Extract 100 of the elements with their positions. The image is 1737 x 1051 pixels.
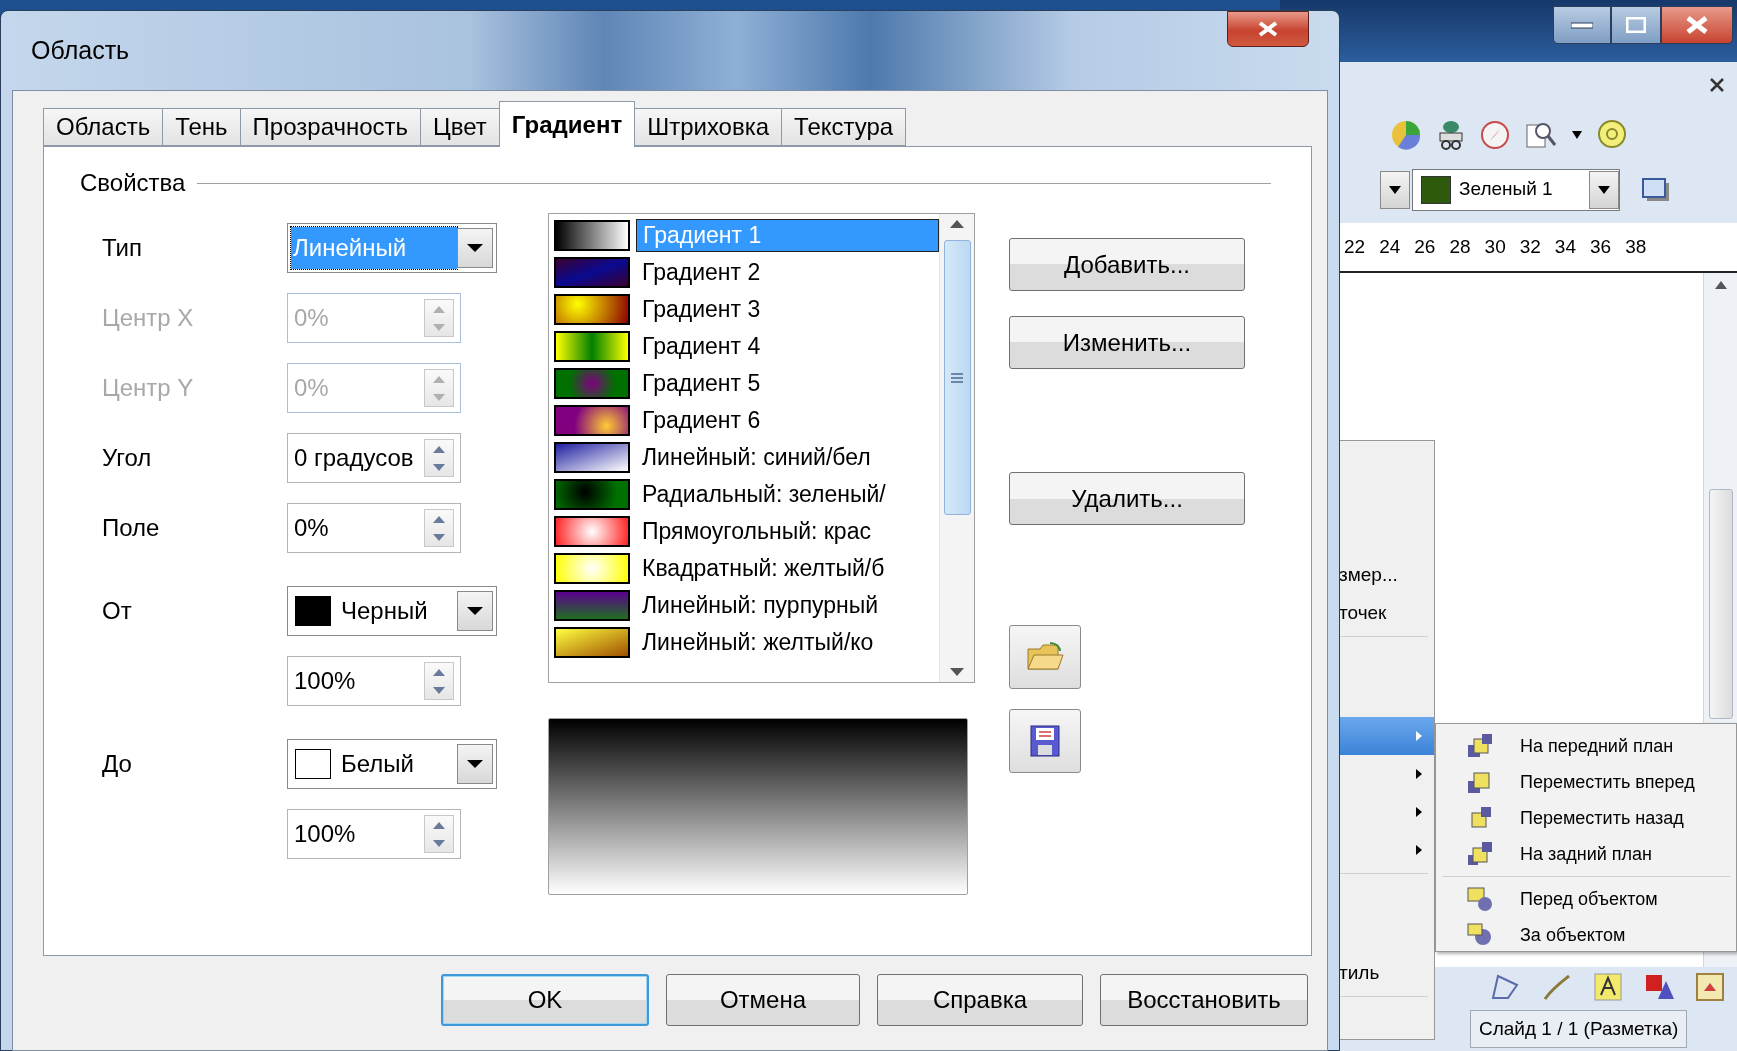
tab[interactable]: Тень [162,108,240,146]
down-arrow-icon [433,839,445,847]
scroll-down-icon[interactable] [950,668,964,676]
frame-icon[interactable] [1696,973,1724,1001]
spin-buttons[interactable] [424,509,454,547]
folder-icon [1026,641,1064,673]
scroll-thumb[interactable] [1708,489,1733,719]
list-item[interactable]: Градиент 4 [554,328,939,365]
tab[interactable]: Текстура [781,108,907,146]
spin-buttons[interactable] [424,815,454,853]
caret-icon [467,760,483,768]
help-icon[interactable] [1596,118,1628,151]
close-button[interactable] [1227,10,1309,47]
list-item[interactable]: Линейный: желтый/ко [554,624,939,661]
in-front-icon [1466,886,1494,912]
up-arrow-icon [433,305,445,313]
ruler-number: 28 [1449,234,1471,259]
dropdown-button[interactable] [1380,170,1410,209]
spin-field[interactable]: 100% [287,809,461,859]
field-label: Угол [102,443,153,473]
list-item[interactable]: Линейный: пурпурный [554,587,939,624]
list-item[interactable]: Прямоугольный: крас [554,513,939,550]
ruler-number: 30 [1484,234,1506,259]
tab[interactable]: Штриховка [635,108,782,146]
dropdown-button[interactable] [457,744,493,784]
color-dropdown[interactable]: Черный [287,586,497,636]
field-label: Тип [102,233,143,263]
shadow-icon[interactable] [1642,177,1670,202]
menu-item[interactable]: На передний план [1520,732,1674,760]
ruler-number: 32 [1519,234,1541,259]
scroll-up-icon[interactable] [950,220,964,228]
spin-field[interactable]: 0% [287,503,461,553]
close-button[interactable] [1661,6,1733,44]
spin-buttons[interactable] [424,662,454,700]
tab[interactable]: Градиент [498,101,636,147]
ruler-number: 22 [1344,234,1366,259]
scroll-up-icon[interactable] [1714,281,1727,289]
ruler-number: 34 [1554,234,1576,259]
menu-item[interactable]: Переместить вперед [1520,768,1695,796]
dialog-button[interactable]: Отмена [666,974,860,1026]
dropdown-button[interactable] [457,591,493,631]
spin-field[interactable]: 100% [287,656,461,706]
up-arrow-icon [433,668,445,676]
save-button[interactable] [1009,709,1081,773]
caret-icon [1598,185,1610,194]
bring-to-front-icon [1466,733,1494,759]
submenu-arrow-icon [1416,769,1422,779]
close-icon[interactable] [1709,76,1725,93]
spin-field[interactable]: 0 градусов [287,433,461,483]
tab[interactable]: Прозрачность [239,108,421,146]
caret-icon [1572,130,1582,139]
menu-item[interactable]: За объектом [1520,921,1626,949]
up-arrow-icon [433,515,445,523]
color-dropdown[interactable]: Белый [287,739,497,789]
action-button[interactable]: Удалить... [1009,472,1245,525]
scrollbar[interactable] [939,214,974,682]
pie-chart-icon[interactable] [1390,118,1422,151]
dialog-button[interactable]: Восстановить [1100,974,1308,1026]
down-arrow-icon [433,323,445,331]
ruler-number: 24 [1379,234,1401,259]
compass-icon[interactable] [1480,119,1510,150]
open-button[interactable] [1009,625,1081,689]
list-item[interactable]: Квадратный: желтый/б [554,550,939,587]
scroll-thumb[interactable] [943,240,971,515]
spin-buttons[interactable] [424,439,454,477]
menu-item[interactable]: Перед объектом [1520,885,1658,913]
close-icon [1686,16,1708,34]
maximize-icon [1626,17,1646,33]
action-button[interactable]: Изменить... [1009,316,1245,369]
text-icon[interactable] [1594,973,1622,1001]
submenu-arrow-icon [1416,807,1422,817]
color-dropdown[interactable]: Зеленый 1 [1412,168,1620,211]
action-button[interactable]: Добавить... [1009,238,1245,291]
status-text: Слайд 1 / 1 (Разметка) [1470,1009,1688,1049]
menu-item[interactable]: Переместить назад [1520,804,1684,832]
tab[interactable]: Цвет [420,108,499,146]
menu-item[interactable]: На задний план [1520,840,1653,868]
dialog-button[interactable]: Справка [877,974,1083,1026]
ruler-number: 36 [1590,234,1612,259]
dialog-button[interactable]: OK [441,974,649,1026]
gradient-list[interactable]: Градиент 1 Градиент 2 Градиент 3 Градиент 4 Градиент 5 Градиент 6 Линейный: синий/бел Радиальный: зеленый/ Прямоугольный: крас Квадратный: желтый/б Линейный: пурпурный Линейный: желтый/ко [548,213,975,683]
dropdown-button[interactable] [457,228,493,268]
list-item[interactable]: Линейный: синий/бел [554,439,939,476]
field-label: До [102,749,133,779]
list-item[interactable]: Градиент 2 [554,254,939,291]
curve-icon[interactable] [1542,973,1572,1001]
list-item[interactable]: Градиент 5 [554,365,939,402]
window-title: Область [31,34,130,66]
shapes-icon[interactable] [1644,973,1674,1001]
minimize-icon [1571,21,1593,29]
maximize-button[interactable] [1611,6,1661,44]
list-item[interactable]: Градиент 6 [554,402,939,439]
list-item[interactable]: Градиент 3 [554,291,939,328]
minimize-button[interactable] [1553,6,1611,44]
list-item[interactable]: Радиальный: зеленый/ [554,476,939,513]
ruler-number: 38 [1625,234,1647,259]
polygon-icon[interactable] [1490,973,1520,1001]
dropdown-button[interactable] [1589,170,1619,209]
tab[interactable]: Область [43,108,163,146]
group-title: Свойства [80,168,186,198]
